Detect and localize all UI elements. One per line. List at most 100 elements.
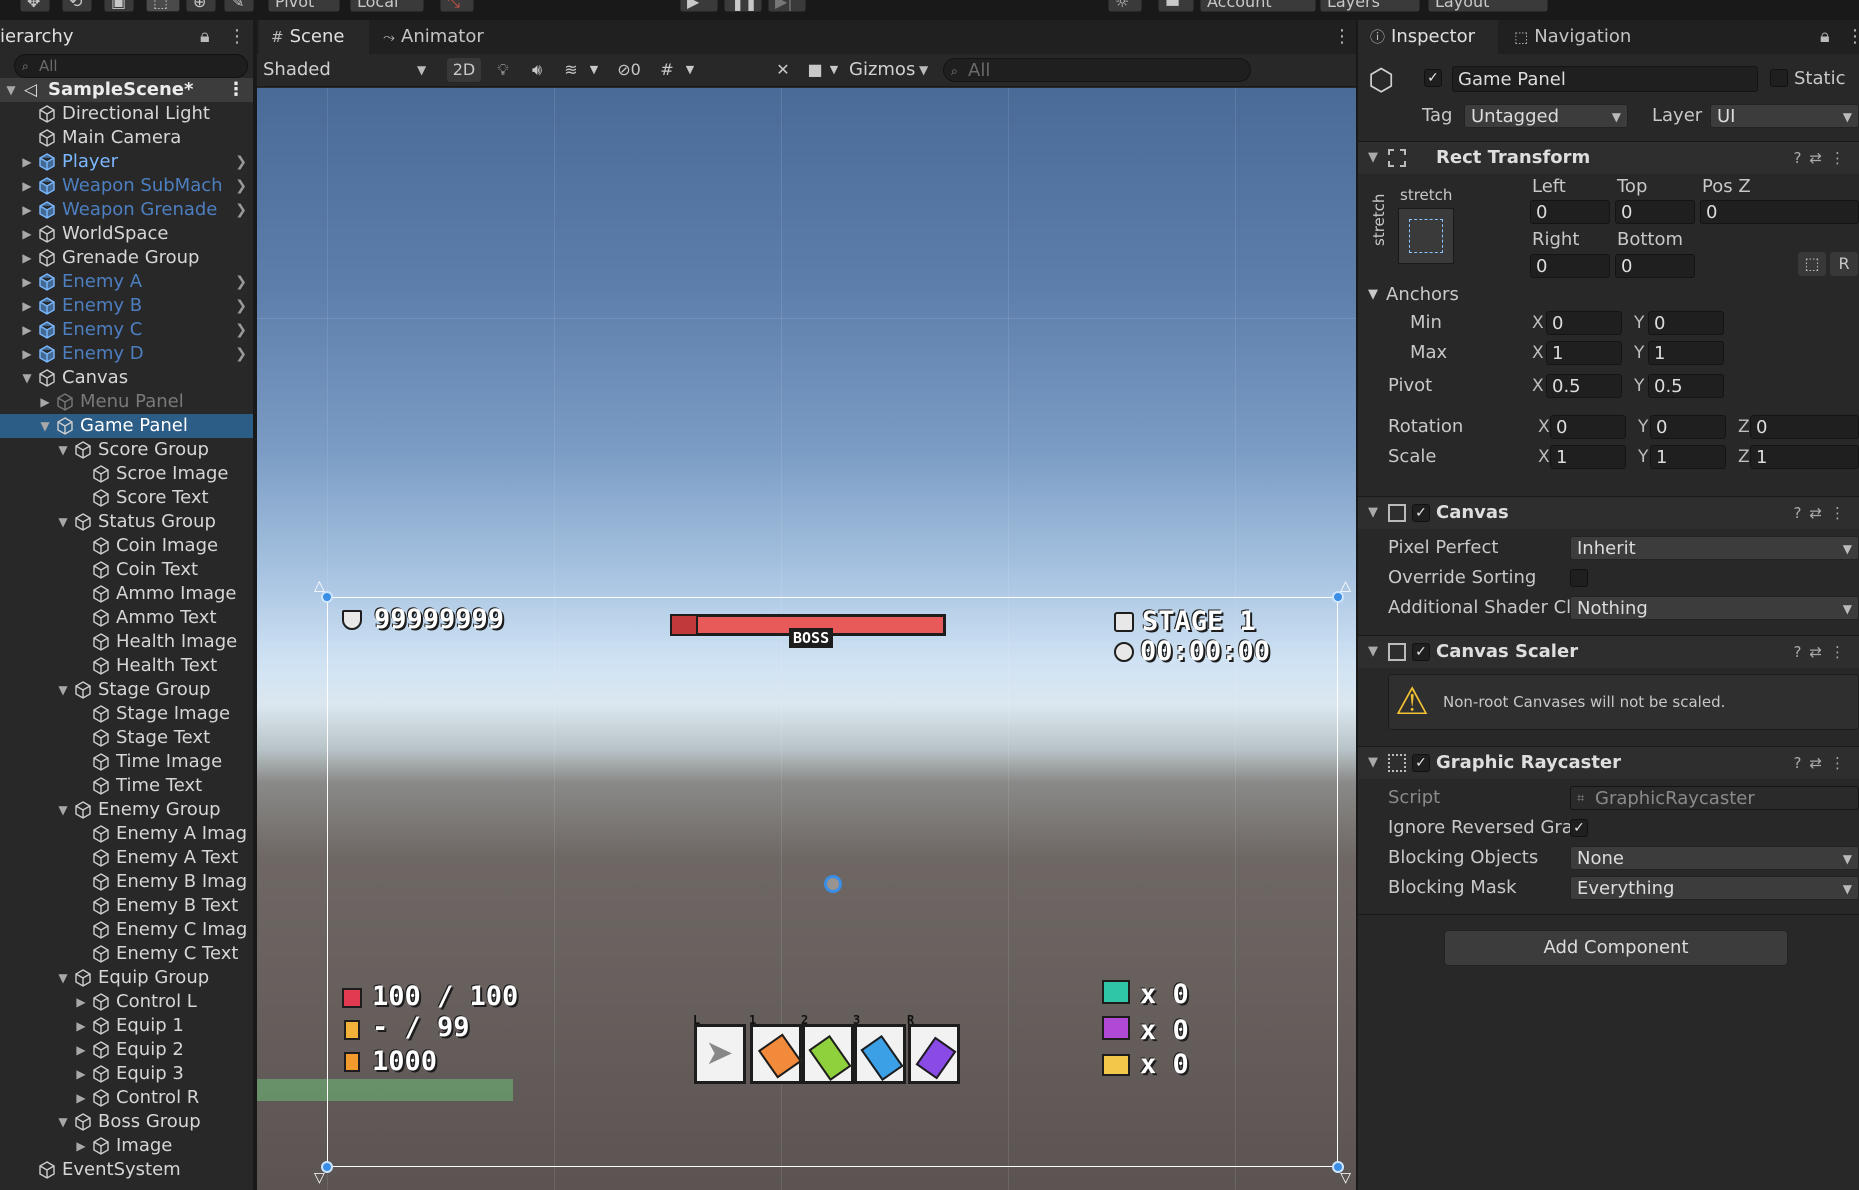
- inspector-menu-icon[interactable]: ⋮: [1846, 20, 1859, 54]
- scene-menu-icon[interactable]: ⋮: [1333, 20, 1351, 54]
- collapse-arrow-icon[interactable]: ▼: [56, 510, 70, 534]
- hierarchy-item[interactable]: ▶ Control R: [0, 1086, 253, 1110]
- canvas-header[interactable]: ▼ ✓ Canvas ?⇄⋮: [1358, 496, 1859, 529]
- prefab-open-chevron-icon[interactable]: ❯: [235, 174, 247, 198]
- collapse-arrow-icon[interactable]: ▼: [1368, 497, 1378, 529]
- hierarchy-item[interactable]: ▶ Weapon Grenade ❯: [0, 198, 253, 222]
- anchor-bottom-left-icon[interactable]: ▽: [314, 1170, 325, 1186]
- collapse-arrow-icon[interactable]: ▼: [20, 366, 34, 390]
- hierarchy-item[interactable]: ▶ Enemy A ❯: [0, 270, 253, 294]
- hierarchy-item[interactable]: Score Text: [0, 486, 253, 510]
- hierarchy-search-input[interactable]: ⌕ All: [14, 54, 248, 78]
- anchor-min-x-field[interactable]: 0: [1546, 311, 1622, 335]
- hierarchy-item[interactable]: EventSystem: [0, 1158, 253, 1182]
- hierarchy-item[interactable]: ▼ Enemy Group: [0, 798, 253, 822]
- scene-search-input[interactable]: ⌕ All: [943, 58, 1251, 82]
- expand-arrow-icon[interactable]: ▶: [74, 1062, 88, 1086]
- grid-snap-icon[interactable]: #: [653, 58, 681, 82]
- hierarchy-item[interactable]: Time Text: [0, 774, 253, 798]
- canvas-scaler-header[interactable]: ▼ ✓ Canvas Scaler ?⇄⋮: [1358, 635, 1859, 668]
- hierarchy-item[interactable]: Ammo Text: [0, 606, 253, 630]
- expand-arrow-icon[interactable]: ▶: [20, 342, 34, 366]
- scene-viewport[interactable]: △ △ ▽ ▽ 99999999 BOSS STAGE 1 00:00:00 1…: [257, 88, 1356, 1190]
- component-controls-icon[interactable]: ?⇄⋮: [1793, 636, 1853, 668]
- hierarchy-item[interactable]: Stage Text: [0, 726, 253, 750]
- rotation-y-field[interactable]: 0: [1650, 415, 1726, 439]
- override-sorting-checkbox[interactable]: [1570, 569, 1588, 587]
- layer-dropdown[interactable]: UI ▼: [1710, 104, 1859, 128]
- hierarchy-item[interactable]: Coin Text: [0, 558, 253, 582]
- scale-tool-icon[interactable]: ▣: [104, 0, 134, 12]
- hierarchy-item[interactable]: Enemy C Imag: [0, 918, 253, 942]
- left-field[interactable]: 0: [1530, 200, 1610, 224]
- collapse-arrow-icon[interactable]: ▼: [56, 438, 70, 462]
- hierarchy-item[interactable]: Health Text: [0, 654, 253, 678]
- scale-z-field[interactable]: 1: [1750, 445, 1859, 469]
- gizmos-dropdown[interactable]: Gizmos ▼: [849, 58, 933, 82]
- local-toggle[interactable]: Local: [350, 0, 424, 12]
- effects-icon[interactable]: ≋: [557, 58, 585, 82]
- transform-tool-icon[interactable]: ⊕: [186, 0, 216, 12]
- posz-field[interactable]: 0: [1700, 200, 1859, 224]
- component-controls-icon[interactable]: ?⇄⋮: [1793, 142, 1853, 174]
- expand-arrow-icon[interactable]: ▶: [20, 246, 34, 270]
- prefab-open-chevron-icon[interactable]: ❯: [235, 270, 247, 294]
- rotation-x-field[interactable]: 0: [1550, 415, 1626, 439]
- hierarchy-item[interactable]: ▶ Enemy D ❯: [0, 342, 253, 366]
- expand-arrow-icon[interactable]: ▶: [74, 990, 88, 1014]
- anchor-max-y-field[interactable]: 1: [1648, 341, 1724, 365]
- tab-inspector[interactable]: ⓘ Inspector: [1358, 20, 1498, 54]
- pivot-handle[interactable]: [824, 875, 842, 893]
- lock-icon[interactable]: 🔒︎: [200, 20, 210, 54]
- object-name-field[interactable]: Game Panel: [1452, 66, 1758, 92]
- collapse-arrow-icon[interactable]: ▼: [56, 966, 70, 990]
- rect-tool-icon[interactable]: ⬚: [146, 0, 180, 12]
- anchor-min-y-field[interactable]: 0: [1648, 311, 1724, 335]
- tag-dropdown[interactable]: Untagged ▼: [1464, 104, 1628, 128]
- expand-arrow-icon[interactable]: ▼: [4, 78, 18, 102]
- tab-scene[interactable]: # Scene: [259, 20, 369, 54]
- hierarchy-item[interactable]: Enemy A Imag: [0, 822, 253, 846]
- active-checkbox[interactable]: ✓: [1424, 69, 1442, 87]
- layers-dropdown[interactable]: Layers: [1320, 0, 1420, 12]
- rotation-z-field[interactable]: 0: [1750, 415, 1859, 439]
- collapse-arrow-icon[interactable]: ▼: [38, 414, 52, 438]
- hierarchy-item[interactable]: ▼ Status Group: [0, 510, 253, 534]
- collapse-arrow-icon[interactable]: ▼: [1368, 636, 1378, 668]
- hierarchy-item[interactable]: Enemy C Text: [0, 942, 253, 966]
- hierarchy-item[interactable]: ▼ Score Group: [0, 438, 253, 462]
- tab-animator[interactable]: ⤳ Animator: [371, 20, 491, 54]
- collapse-arrow-icon[interactable]: ▼: [56, 1110, 70, 1134]
- shader-channels-dropdown[interactable]: Nothing ▼: [1570, 596, 1859, 620]
- scene-root-row[interactable]: ▼ ◁ SampleScene* ⋮: [0, 78, 253, 102]
- hierarchy-item[interactable]: ▼ Equip Group: [0, 966, 253, 990]
- hierarchy-item[interactable]: ▼ Canvas: [0, 366, 253, 390]
- snap-icon[interactable]: ⤡: [440, 0, 474, 12]
- prefab-open-chevron-icon[interactable]: ❯: [235, 318, 247, 342]
- hierarchy-item[interactable]: Enemy B Imag: [0, 870, 253, 894]
- expand-arrow-icon[interactable]: ▶: [20, 174, 34, 198]
- effects-dropdown-icon[interactable]: ▼: [585, 58, 603, 82]
- anchor-presets-button[interactable]: [1398, 208, 1454, 264]
- expand-arrow-icon[interactable]: ▶: [20, 294, 34, 318]
- blocking-objects-dropdown[interactable]: None ▼: [1570, 846, 1859, 870]
- hierarchy-item[interactable]: Enemy A Text: [0, 846, 253, 870]
- collapse-arrow-icon[interactable]: ▼: [1368, 142, 1378, 174]
- hierarchy-item[interactable]: Health Image: [0, 630, 253, 654]
- hierarchy-item[interactable]: ▶ Enemy B ❯: [0, 294, 253, 318]
- hierarchy-item[interactable]: Main Camera: [0, 126, 253, 150]
- expand-arrow-icon[interactable]: ▶: [20, 198, 34, 222]
- scale-y-field[interactable]: 1: [1650, 445, 1726, 469]
- custom-tool-icon[interactable]: ✎: [224, 0, 254, 12]
- expand-arrow-icon[interactable]: ▶: [74, 1134, 88, 1158]
- hierarchy-item[interactable]: ▶ Weapon SubMach ❯: [0, 174, 253, 198]
- collapse-arrow-icon[interactable]: ▼: [56, 678, 70, 702]
- layout-dropdown[interactable]: Layout: [1428, 0, 1548, 12]
- graphic-raycaster-enabled-checkbox[interactable]: ✓: [1412, 754, 1430, 772]
- pixel-perfect-dropdown[interactable]: Inherit ▼: [1570, 536, 1859, 560]
- ignore-reversed-checkbox[interactable]: ✓: [1570, 819, 1588, 837]
- hierarchy-item[interactable]: Stage Image: [0, 702, 253, 726]
- hierarchy-item[interactable]: ▶ Grenade Group: [0, 246, 253, 270]
- hierarchy-item[interactable]: ▶ WorldSpace: [0, 222, 253, 246]
- bottom-field[interactable]: 0: [1615, 254, 1695, 278]
